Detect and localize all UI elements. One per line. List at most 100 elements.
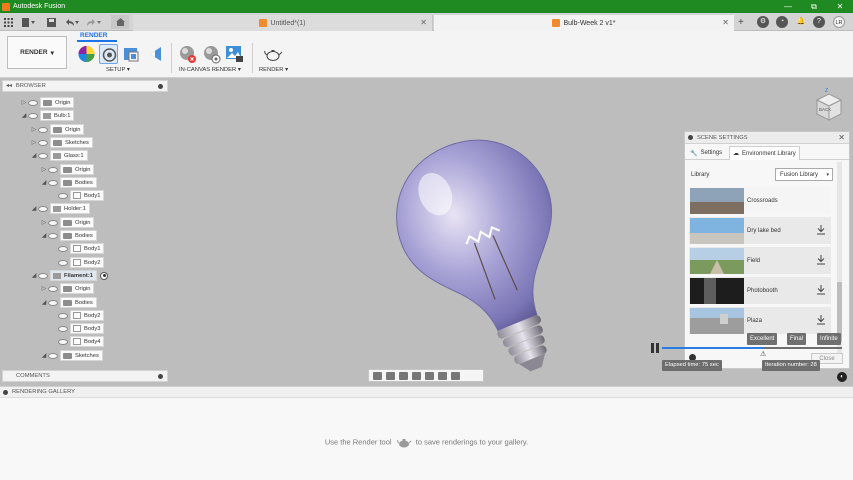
expand-arrow-icon[interactable]: ▷	[40, 285, 48, 292]
browser-node-chip[interactable]: Filament:1	[50, 270, 97, 281]
user-avatar[interactable]: LR	[833, 16, 845, 28]
browser-node[interactable]: ▷ Sketches	[30, 137, 93, 148]
visibility-eye-icon[interactable]	[38, 152, 48, 159]
appearance-icon[interactable]	[77, 44, 96, 64]
minimize-button[interactable]: —	[775, 0, 801, 13]
browser-node[interactable]: ◢ Bodies	[40, 297, 97, 308]
browser-node-chip[interactable]: Origin	[60, 217, 95, 228]
visibility-eye-icon[interactable]	[48, 285, 58, 292]
collapse-arrow-icon[interactable]: ◢	[40, 352, 48, 359]
visibility-eye-icon[interactable]	[38, 272, 48, 279]
visibility-eye-icon[interactable]	[48, 352, 58, 359]
browser-node-chip[interactable]: Bodies	[60, 230, 97, 241]
workspace-switcher[interactable]: RENDER ▾	[7, 36, 67, 69]
visibility-eye-icon[interactable]	[38, 205, 48, 212]
pin-icon[interactable]	[158, 84, 163, 89]
expand-arrow-icon[interactable]: ▷	[30, 139, 38, 146]
download-icon[interactable]	[817, 285, 825, 295]
warning-icon[interactable]: ⚠	[760, 350, 766, 358]
pan-icon[interactable]	[399, 371, 408, 380]
library-dropdown[interactable]: Fusion Library ▾	[775, 168, 833, 181]
collapse-arrow-icon[interactable]: ◢	[30, 152, 38, 159]
browser-node-chip[interactable]: Body2	[70, 257, 105, 268]
browser-node-chip[interactable]: Bodies	[60, 297, 97, 308]
browser-node[interactable]: ◢ Bodies	[40, 230, 97, 241]
collapse-arrow-icon[interactable]: ◢	[40, 179, 48, 186]
close-window-button[interactable]: ✕	[827, 0, 853, 13]
rendering-gallery-header[interactable]: RENDERING GALLERY	[0, 386, 853, 398]
visibility-eye-icon[interactable]	[58, 312, 68, 319]
browser-node-chip[interactable]: Sketches	[60, 350, 103, 361]
pin-icon[interactable]	[688, 135, 693, 140]
decal-icon[interactable]	[146, 44, 165, 64]
environment-item[interactable]: Dry lake bed	[689, 217, 831, 244]
look-at-icon[interactable]	[386, 371, 395, 380]
browser-node-chip[interactable]: Glass:1	[50, 150, 88, 161]
in-canvas-render-icon[interactable]	[178, 44, 197, 64]
render-group-label[interactable]: RENDER ▾	[259, 67, 288, 73]
home-icon[interactable]	[111, 15, 129, 29]
visibility-eye-icon[interactable]	[58, 192, 68, 199]
undo-icon[interactable]	[65, 15, 79, 29]
visibility-eye-icon[interactable]	[38, 126, 48, 133]
close-tab-icon[interactable]: ✕	[420, 18, 427, 27]
display-settings-icon[interactable]	[438, 371, 447, 380]
visibility-eye-icon[interactable]	[38, 139, 48, 146]
download-icon[interactable]	[817, 255, 825, 265]
browser-node-chip[interactable]: Body1	[70, 243, 105, 254]
grid-settings-icon[interactable]	[451, 371, 460, 380]
collapse-arrow-icon[interactable]: ◢	[30, 272, 38, 279]
fit-icon[interactable]	[425, 371, 434, 380]
close-icon[interactable]: ✕	[838, 133, 845, 142]
scene-settings-icon[interactable]	[99, 44, 118, 64]
visibility-eye-icon[interactable]	[28, 99, 38, 106]
orbit-icon[interactable]	[373, 371, 382, 380]
in-canvas-render-group-label[interactable]: IN-CANVAS RENDER ▾	[179, 67, 241, 73]
pause-render-button[interactable]	[650, 342, 660, 354]
browser-node[interactable]: Body2	[50, 257, 105, 268]
environment-item[interactable]: Field	[689, 247, 831, 274]
environment-item[interactable]: Photobooth	[689, 277, 831, 304]
new-tab-button[interactable]: +	[738, 15, 744, 29]
collapse-arrow-icon[interactable]: ◢	[30, 205, 38, 212]
file-menu-icon[interactable]	[22, 15, 36, 29]
browser-node[interactable]: ◢ Glass:1	[30, 150, 88, 161]
browser-node[interactable]: Body4	[50, 336, 105, 347]
browser-node-chip[interactable]: Origin	[60, 283, 95, 294]
expand-arrow-icon[interactable]: ▷	[20, 99, 28, 106]
browser-node[interactable]: ▷ Origin	[30, 124, 85, 135]
extensions-icon[interactable]: ⚙	[757, 16, 769, 28]
browser-node-chip[interactable]: Holder:1	[50, 203, 90, 214]
browser-node[interactable]: ▷ Origin	[20, 97, 75, 108]
view-cube[interactable]: BACK Z	[809, 86, 845, 122]
visibility-eye-icon[interactable]	[58, 259, 68, 266]
browser-node-chip[interactable]: Bulb:1	[40, 110, 75, 121]
collapse-arrow-icon[interactable]: ◢	[40, 232, 48, 239]
tab-environment-library[interactable]: ☁ Environment Library	[729, 146, 800, 160]
browser-node[interactable]: Body1	[50, 190, 105, 201]
tab-bulb-week-2[interactable]: Bulb-Week 2 v1* ✕	[434, 15, 734, 31]
expand-arrow-icon[interactable]: ▷	[30, 126, 38, 133]
in-canvas-render-settings-icon[interactable]	[202, 44, 221, 64]
collapse-icon[interactable]: ◂◂	[6, 83, 12, 89]
browser-node[interactable]: Body1	[50, 243, 105, 254]
visibility-eye-icon[interactable]	[48, 219, 58, 226]
visibility-eye-icon[interactable]	[48, 299, 58, 306]
setup-group-label[interactable]: SETUP ▾	[106, 67, 130, 73]
grid-menu-icon[interactable]	[4, 15, 13, 29]
redo-icon[interactable]	[86, 15, 102, 29]
browser-node[interactable]: ◢ Bodies	[40, 177, 97, 188]
visibility-eye-icon[interactable]	[28, 112, 38, 119]
add-comment-icon[interactable]	[158, 374, 163, 379]
comments-panel-header[interactable]: COMMENTS	[2, 370, 168, 382]
scrollbar[interactable]	[837, 162, 842, 362]
render-teapot-icon[interactable]	[264, 44, 283, 64]
browser-node[interactable]: Body2	[50, 310, 105, 321]
browser-node-chip[interactable]: Body1	[70, 190, 105, 201]
browser-node[interactable]: Body3	[50, 323, 105, 334]
help-icon[interactable]: ?	[813, 16, 825, 28]
browser-node-chip[interactable]: Body4	[70, 336, 105, 347]
browser-node-chip[interactable]: Bodies	[60, 177, 97, 188]
save-icon[interactable]	[47, 15, 56, 29]
render-mode-icon[interactable]: ◐	[837, 372, 847, 382]
